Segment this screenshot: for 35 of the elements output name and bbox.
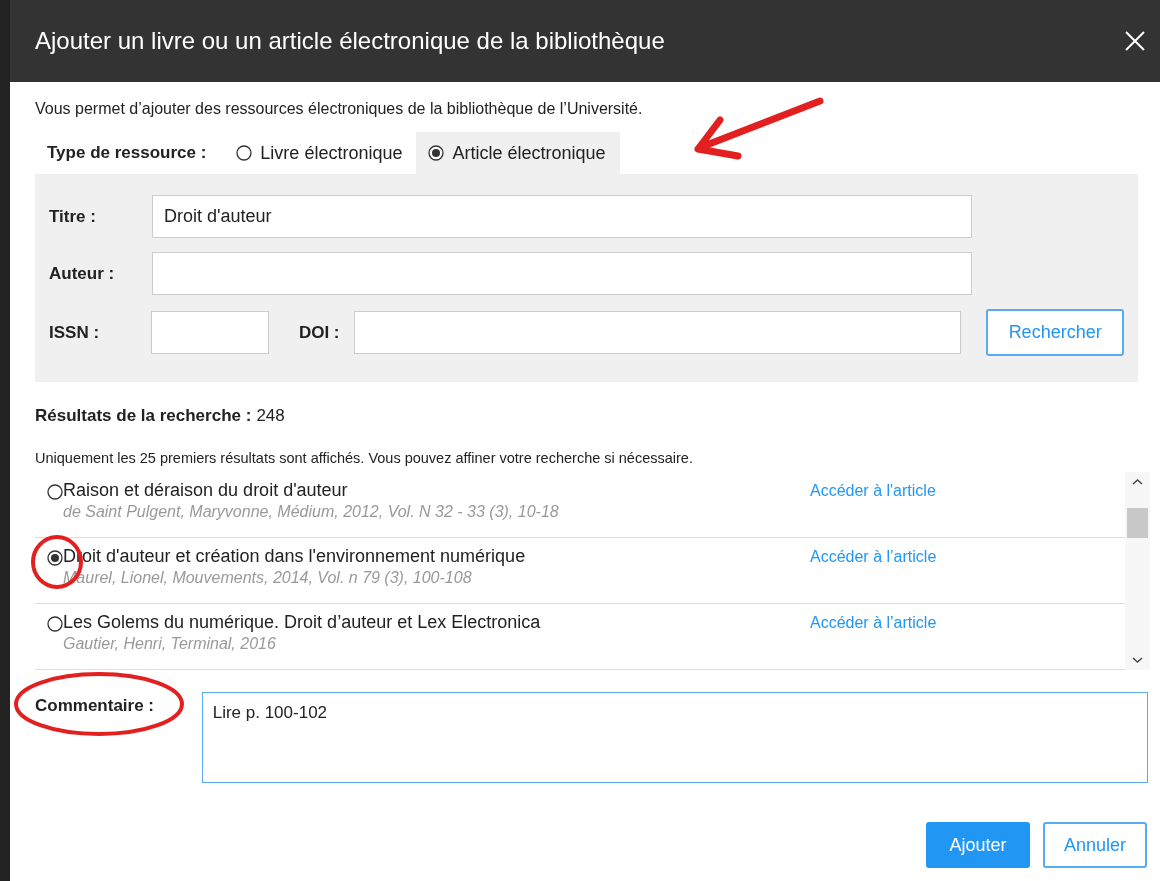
results-count: 248 xyxy=(256,406,285,426)
result-details: Gautier, Henri, Terminal, 2016 xyxy=(63,635,277,653)
dialog-title: Ajouter un livre ou un article électronique de la bibliothèque xyxy=(35,27,665,55)
description-text: Vous permet d’ajouter des ressources électroniques de la bibliothèque de l’Université. xyxy=(35,100,644,118)
radio-button[interactable] xyxy=(47,616,63,632)
resource-type-label: Type de ressource : xyxy=(47,143,207,163)
article-link[interactable]: Accéder à l'article xyxy=(810,482,1125,500)
article-link[interactable]: Accéder à l’article xyxy=(810,614,1125,632)
cancel-button[interactable]: Annuler xyxy=(1043,822,1147,868)
close-icon[interactable] xyxy=(1124,30,1146,52)
scrollbar[interactable] xyxy=(1125,472,1150,670)
radio-button[interactable] xyxy=(428,145,445,161)
field-label: Auteur : xyxy=(49,263,116,284)
radio-button[interactable] xyxy=(236,145,253,161)
field-label: ISSN : xyxy=(49,322,101,343)
comment-label: Commentaire : xyxy=(35,696,155,716)
author-field[interactable] xyxy=(152,252,972,295)
radio-button[interactable] xyxy=(47,550,63,566)
result-details: de Saint Pulgent, Maryvonne, Médium, 2012, Vol. N 32 - 33 (3), 10-18 xyxy=(63,503,560,521)
comment-field[interactable]: Lire p. 100-102 xyxy=(201,692,1148,783)
add-button[interactable]: Ajouter xyxy=(926,822,1030,868)
search-button[interactable]: Rechercher xyxy=(986,309,1124,356)
results-label: Résultats de la recherche : xyxy=(35,406,252,426)
doi-field[interactable] xyxy=(353,311,962,354)
field-label: DOI : xyxy=(298,322,340,343)
radio-button[interactable] xyxy=(47,484,63,500)
results-note: Uniquement les 25 premiers résultats sont affichés. Vous pouvez affiner votre recherche si nécessaire. xyxy=(35,450,694,466)
article-link[interactable]: Accéder à l’article xyxy=(810,548,1125,566)
result-title: Les Golems du numérique. Droit d’auteur et Lex Electronica xyxy=(63,612,542,633)
issn-field[interactable] xyxy=(150,311,269,354)
field-label: Titre : xyxy=(49,206,97,227)
resource-type-option[interactable]: Article électronique xyxy=(416,132,620,174)
title-field[interactable]: Droit d'auteur xyxy=(152,195,972,238)
result-title: Raison et déraison du droit d'auteur xyxy=(63,480,349,501)
resource-type-option[interactable]: Livre électronique xyxy=(224,132,417,174)
